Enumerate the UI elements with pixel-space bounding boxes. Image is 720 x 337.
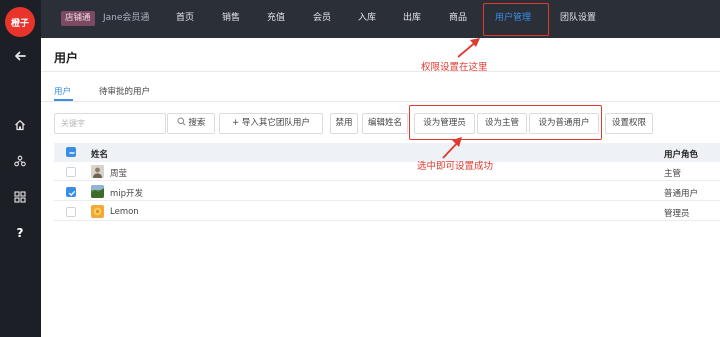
role-buttons-highlight-box [409, 105, 602, 140]
brand-logo[interactable]: 橙子 [5, 7, 35, 37]
title-divider [41, 71, 720, 72]
edit-name-button[interactable]: 编辑姓名 [362, 113, 408, 134]
nav-highlight-box [483, 3, 549, 36]
apps-grid-icon[interactable] [8, 188, 32, 206]
annotation-arrow-nav [457, 38, 480, 58]
user-role-cell: 主管 [664, 169, 682, 179]
nav-item-home[interactable]: 首页 [176, 11, 194, 26]
row-checkbox[interactable] [66, 207, 76, 217]
import-users-label: 导入其它团队用户 [241, 118, 310, 128]
tabs-divider [41, 101, 720, 102]
left-sidebar: 橙子 ? [0, 0, 41, 337]
help-icon[interactable]: ? [8, 224, 32, 242]
annotation-permission-location: 权限设置在这里 [421, 62, 488, 73]
nav-item-stock-out[interactable]: 出库 [403, 11, 421, 26]
table-row[interactable] [54, 162, 720, 181]
table-header [54, 143, 720, 162]
nav-item-recharge[interactable]: 充值 [267, 11, 285, 26]
tab-pending-users[interactable]: 待审批的用户 [99, 85, 150, 97]
nav-item-products[interactable]: 商品 [449, 11, 467, 26]
top-nav-bar: 店铺通 Jane会员通 首页 销售 充值 会员 入库 出库 商品 用户管理 团队… [41, 0, 720, 38]
store-name[interactable]: Jane会员通 [103, 11, 149, 26]
disable-button[interactable]: 禁用 [330, 113, 358, 134]
annotation-select-to-apply: 选中即可设置成功 [417, 161, 494, 172]
nav-item-sales[interactable]: 销售 [222, 11, 240, 26]
column-header-name[interactable]: 姓名 [91, 148, 108, 160]
row-checkbox[interactable] [66, 187, 76, 197]
table-row[interactable] [54, 202, 720, 221]
nav-item-stock-in[interactable]: 入库 [358, 11, 376, 26]
store-badge: 店铺通 [61, 11, 95, 26]
nav-item-members[interactable]: 会员 [313, 11, 331, 26]
search-button-label: 搜索 [188, 118, 206, 128]
user-name-cell: 周莹 [110, 169, 128, 179]
user-name-cell: mip开发 [110, 189, 144, 199]
search-icon [177, 117, 186, 126]
select-all-checkbox[interactable] [66, 147, 76, 157]
avatar [91, 165, 104, 178]
search-input[interactable]: 关键字 [54, 113, 166, 134]
user-name-cell: Lemon [110, 207, 139, 217]
nav-item-team-settings[interactable]: 团队设置 [560, 11, 596, 26]
avatar [91, 205, 104, 218]
user-role-cell: 管理员 [664, 209, 690, 219]
column-header-role[interactable]: 用户角色 [664, 148, 698, 160]
set-permission-button[interactable]: 设置权限 [605, 113, 653, 134]
plus-icon: + [232, 118, 240, 128]
table-row[interactable] [54, 182, 720, 201]
user-role-cell: 普通用户 [664, 189, 699, 199]
app-root: 橙子 ? 店铺通 Jane会员通 首页 销售 充值 会员 入库 出库 商品 用户… [0, 0, 720, 337]
tab-users[interactable]: 用户 [54, 85, 71, 97]
home-icon[interactable] [8, 116, 32, 134]
row-checkbox[interactable] [66, 167, 76, 177]
back-arrow-icon[interactable] [8, 47, 32, 65]
import-users-button[interactable]: + 导入其它团队用户 [219, 113, 323, 134]
avatar [91, 185, 104, 198]
branch-icon[interactable] [8, 152, 32, 170]
search-button[interactable]: 搜索 [167, 113, 215, 134]
page-title: 用户 [54, 51, 79, 65]
